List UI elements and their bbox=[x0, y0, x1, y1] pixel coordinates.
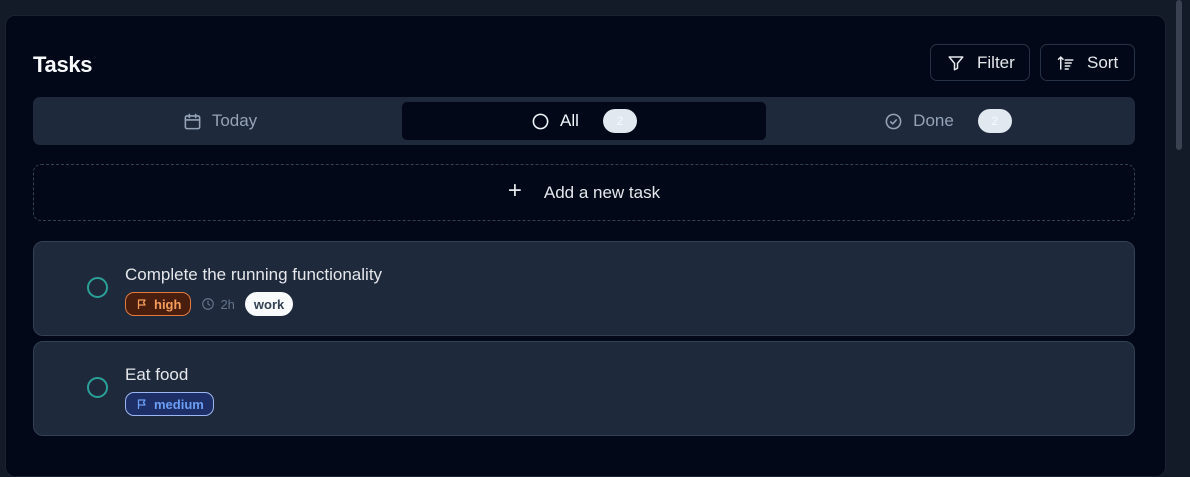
tab-all-label: All bbox=[560, 111, 579, 130]
add-task-label: Add a new task bbox=[543, 182, 661, 202]
check-circle-icon bbox=[885, 113, 902, 129]
sort-button[interactable]: Sort bbox=[1040, 44, 1135, 81]
priority-label: high bbox=[154, 296, 182, 312]
task-item[interactable]: Complete the running functionality high … bbox=[33, 241, 1135, 336]
tab-done[interactable]: Done 2 bbox=[766, 102, 1130, 140]
priority-badge: medium bbox=[125, 392, 214, 416]
calendar-icon bbox=[184, 113, 201, 129]
tab-all-count-badge: 2 bbox=[602, 109, 637, 133]
sort-icon bbox=[1057, 55, 1074, 70]
filter-icon bbox=[948, 55, 964, 70]
priority-badge: high bbox=[125, 292, 192, 316]
tab-today[interactable]: Today bbox=[38, 102, 402, 140]
task-title: Complete the running functionality bbox=[125, 265, 383, 284]
flag-icon bbox=[137, 299, 146, 309]
flag-icon bbox=[137, 399, 146, 409]
task-item[interactable]: Eat food medium bbox=[33, 341, 1135, 436]
task-title: Eat food bbox=[125, 365, 189, 384]
task-checkbox[interactable] bbox=[87, 277, 108, 298]
tab-bar: Today All 2 Done 2 bbox=[33, 97, 1135, 145]
priority-label: medium bbox=[154, 396, 204, 412]
page-title: Tasks bbox=[33, 52, 93, 77]
tab-today-label: Today bbox=[211, 111, 258, 130]
duration: 2h bbox=[201, 296, 235, 312]
plus-icon: + bbox=[507, 177, 522, 204]
add-task-button[interactable]: + Add a new task bbox=[33, 164, 1135, 221]
task-meta: medium bbox=[125, 392, 214, 416]
filter-button[interactable]: Filter bbox=[930, 44, 1030, 81]
tab-done-count-badge: 2 bbox=[977, 109, 1012, 133]
tab-done-label: Done bbox=[913, 111, 954, 130]
sort-label: Sort bbox=[1087, 52, 1119, 72]
tab-all[interactable]: All 2 bbox=[402, 102, 766, 140]
tag-badge: work bbox=[244, 292, 294, 316]
filter-label: Filter bbox=[977, 52, 1015, 72]
clock-icon bbox=[202, 298, 215, 310]
circle-icon bbox=[532, 113, 549, 129]
task-meta: high 2h work bbox=[125, 292, 294, 316]
task-checkbox[interactable] bbox=[87, 377, 108, 398]
duration-label: 2h bbox=[220, 296, 235, 312]
scrollbar-thumb[interactable] bbox=[1176, 0, 1182, 150]
